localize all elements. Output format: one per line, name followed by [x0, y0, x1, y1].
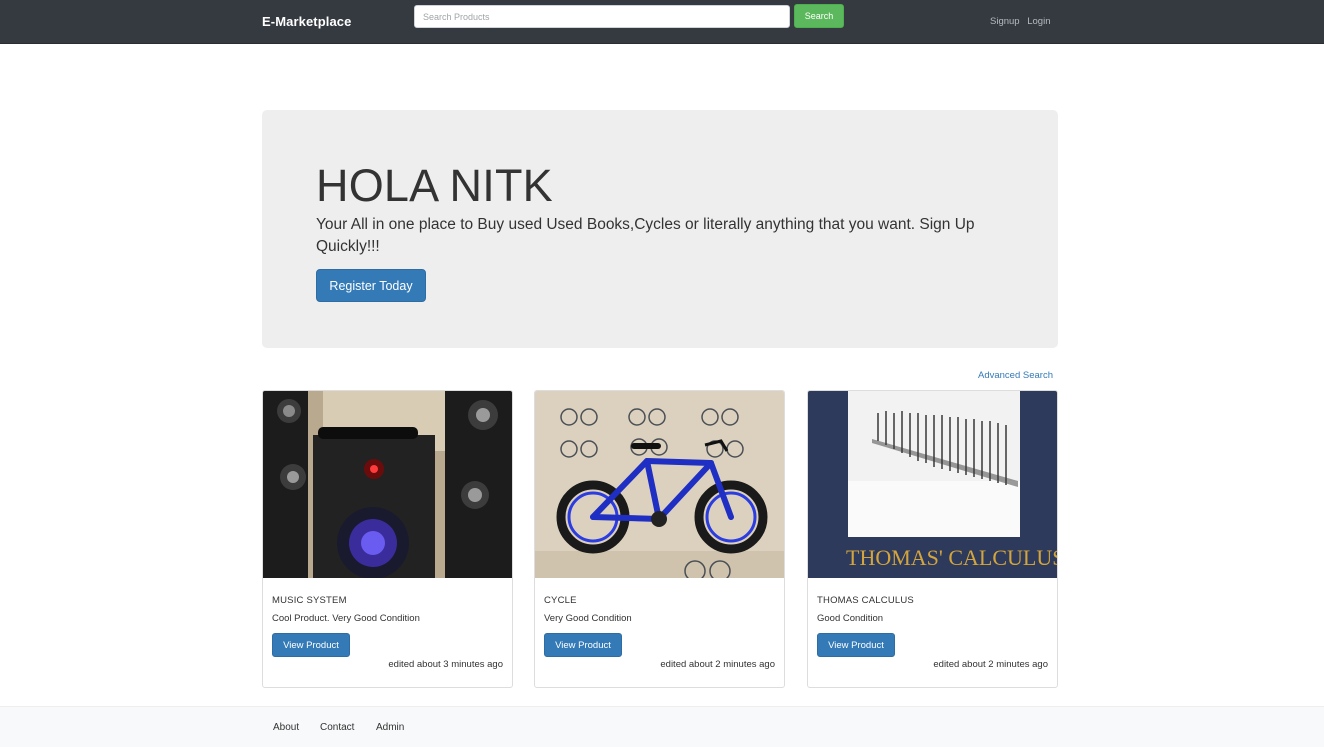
product-description: Very Good Condition	[544, 613, 632, 624]
product-description: Good Condition	[817, 613, 884, 624]
book-cover-title: THOMAS' CALCULUS	[846, 545, 1057, 570]
view-product-button[interactable]: View Product	[817, 633, 895, 657]
product-card: CYCLE Very Good Condition View Product e…	[534, 390, 785, 688]
login-link[interactable]: Login	[1027, 16, 1050, 27]
book-cover-image[interactable]: THOMAS' CALCULUS	[808, 391, 1057, 578]
search-input[interactable]	[414, 5, 790, 28]
nav-links: Signup Login	[990, 16, 1055, 27]
hero-text: Your All in one place to Buy used Used B…	[316, 216, 975, 255]
product-description: Cool Product. Very Good Condition	[272, 613, 420, 624]
hero-title: HOLA NITK	[316, 160, 553, 211]
navbar: E-Marketplace Search Signup Login	[0, 0, 1324, 44]
product-title: CYCLE	[544, 595, 577, 606]
search-button[interactable]: Search	[794, 4, 844, 28]
product-title: MUSIC SYSTEM	[272, 595, 347, 606]
footer-admin-link[interactable]: Admin	[376, 722, 404, 733]
edited-timestamp: edited about 2 minutes ago	[660, 659, 775, 670]
brand-logo[interactable]: E-Marketplace	[262, 14, 351, 29]
signup-link[interactable]: Signup	[990, 16, 1020, 27]
view-product-button[interactable]: View Product	[544, 633, 622, 657]
footer-about-link[interactable]: About	[273, 722, 299, 733]
hero-jumbotron: HOLA NITK Your All in one place to Buy u…	[262, 110, 1058, 348]
advanced-search-link[interactable]: Advanced Search	[978, 370, 1053, 381]
view-product-button[interactable]: View Product	[272, 633, 350, 657]
edited-timestamp: edited about 3 minutes ago	[388, 659, 503, 670]
product-card: MUSIC SYSTEM Cool Product. Very Good Con…	[262, 390, 513, 688]
register-button[interactable]: Register Today	[316, 269, 426, 302]
edited-timestamp: edited about 2 minutes ago	[933, 659, 1048, 670]
bicycle-image[interactable]	[535, 391, 784, 578]
music-system-image[interactable]	[263, 391, 512, 578]
product-title: THOMAS CALCULUS	[817, 595, 914, 606]
product-card: THOMAS' CALCULUS THOMAS CALCULUS Good Co…	[807, 390, 1058, 688]
footer-contact-link[interactable]: Contact	[320, 722, 354, 733]
footer: About Contact Admin	[0, 706, 1324, 747]
